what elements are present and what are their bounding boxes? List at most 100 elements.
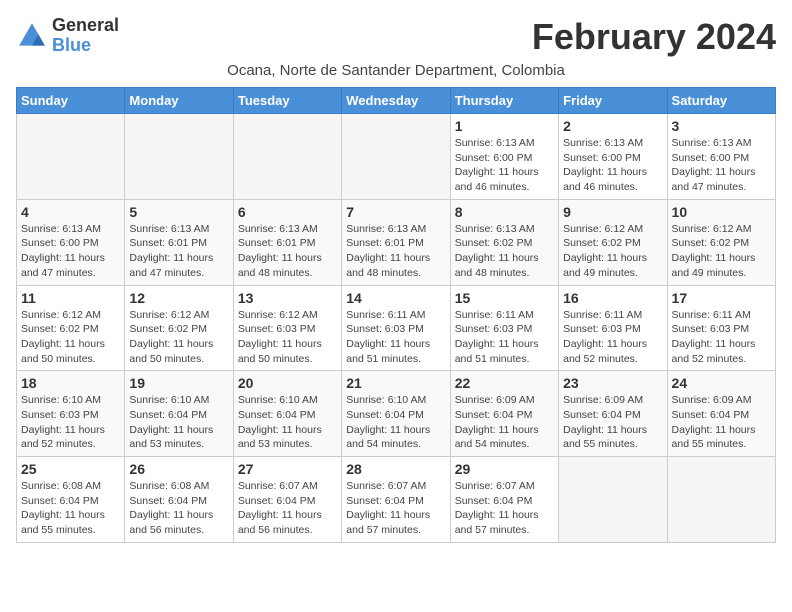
calendar-cell: 22 Sunrise: 6:09 AMSunset: 6:04 PMDayligh… — [450, 371, 558, 457]
day-number: 17 — [672, 290, 771, 306]
calendar-cell: 2Sunrise: 6:13 AMSunset: 6:00 PMDaylight… — [559, 114, 667, 200]
calendar-cell: 17 Sunrise: 6:11 AMSunset: 6:03 PMDayligh… — [667, 285, 775, 371]
calendar-cell: 7Sunrise: 6:13 AMSunset: 6:01 PMDaylight… — [342, 199, 450, 285]
day-number: 11 — [21, 290, 120, 306]
day-info: Sunrise: 6:08 AMSunset: 6:04 PMDaylight:… — [129, 479, 228, 538]
day-info: Sunrise: 6:13 AMSunset: 6:00 PMDaylight:… — [21, 222, 120, 281]
day-info: Sunrise: 6:08 AMSunset: 6:04 PMDaylight:… — [21, 479, 120, 538]
calendar-cell: 21 Sunrise: 6:10 AMSunset: 6:04 PMDayligh… — [342, 371, 450, 457]
day-number: 10 — [672, 204, 771, 220]
day-info: Sunrise: 6:09 AMSunset: 6:04 PMDaylight:… — [672, 393, 771, 452]
day-number: 25 — [21, 461, 120, 477]
header-friday: Friday — [559, 88, 667, 114]
day-info: Sunrise: 6:12 AMSunset: 6:02 PMDaylight:… — [563, 222, 662, 281]
day-info: Sunrise: 6:11 AMSunset: 6:03 PMDaylight:… — [563, 308, 662, 367]
weekday-row: Sunday Monday Tuesday Wednesday Thursday… — [17, 88, 776, 114]
day-number: 1 — [455, 118, 554, 134]
calendar-cell: 13 Sunrise: 6:12 AMSunset: 6:03 PMDayligh… — [233, 285, 341, 371]
day-info: Sunrise: 6:13 AMSunset: 6:01 PMDaylight:… — [129, 222, 228, 281]
day-number: 23 — [563, 375, 662, 391]
day-info: Sunrise: 6:07 AMSunset: 6:04 PMDaylight:… — [238, 479, 337, 538]
day-info: Sunrise: 6:07 AMSunset: 6:04 PMDaylight:… — [346, 479, 445, 538]
calendar-cell: 23Sunrise: 6:09 AMSunset: 6:04 PMDayligh… — [559, 371, 667, 457]
calendar-cell — [125, 114, 233, 200]
header: General Blue February 2024 — [16, 16, 776, 58]
calendar-cell — [342, 114, 450, 200]
day-number: 20 — [238, 375, 337, 391]
day-info: Sunrise: 6:12 AMSunset: 6:02 PMDaylight:… — [129, 308, 228, 367]
calendar-cell: 19 Sunrise: 6:10 AMSunset: 6:04 PMDayligh… — [125, 371, 233, 457]
calendar-cell: 8 Sunrise: 6:13 AMSunset: 6:02 PMDaylight… — [450, 199, 558, 285]
day-number: 13 — [238, 290, 337, 306]
calendar-cell: 20 Sunrise: 6:10 AMSunset: 6:04 PMDayligh… — [233, 371, 341, 457]
day-number: 6 — [238, 204, 337, 220]
calendar-cell — [17, 114, 125, 200]
day-info: Sunrise: 6:13 AMSunset: 6:01 PMDaylight:… — [238, 222, 337, 281]
calendar-table: Sunday Monday Tuesday Wednesday Thursday… — [16, 87, 776, 543]
calendar-cell: 5 Sunrise: 6:13 AMSunset: 6:01 PMDaylight… — [125, 199, 233, 285]
day-info: Sunrise: 6:12 AMSunset: 6:03 PMDaylight:… — [238, 308, 337, 367]
calendar-cell: 10 Sunrise: 6:12 AMSunset: 6:02 PMDayligh… — [667, 199, 775, 285]
week-row-1: 4 Sunrise: 6:13 AMSunset: 6:00 PMDaylight… — [17, 199, 776, 285]
calendar-body: 1 Sunrise: 6:13 AMSunset: 6:00 PMDaylight… — [17, 114, 776, 543]
calendar-cell: 14Sunrise: 6:11 AMSunset: 6:03 PMDayligh… — [342, 285, 450, 371]
calendar-cell — [667, 457, 775, 543]
day-number: 24 — [672, 375, 771, 391]
day-number: 9 — [563, 204, 662, 220]
logo-icon — [16, 20, 48, 52]
day-number: 21 — [346, 375, 445, 391]
header-monday: Monday — [125, 88, 233, 114]
day-number: 14 — [346, 290, 445, 306]
day-number: 19 — [129, 375, 228, 391]
calendar-cell: 3 Sunrise: 6:13 AMSunset: 6:00 PMDaylight… — [667, 114, 775, 200]
day-info: Sunrise: 6:10 AMSunset: 6:04 PMDaylight:… — [129, 393, 228, 452]
header-saturday: Saturday — [667, 88, 775, 114]
week-row-3: 18Sunrise: 6:10 AMSunset: 6:03 PMDayligh… — [17, 371, 776, 457]
calendar-cell: 4 Sunrise: 6:13 AMSunset: 6:00 PMDaylight… — [17, 199, 125, 285]
day-info: Sunrise: 6:13 AMSunset: 6:01 PMDaylight:… — [346, 222, 445, 281]
day-info: Sunrise: 6:12 AMSunset: 6:02 PMDaylight:… — [672, 222, 771, 281]
logo-general-text: General — [52, 16, 119, 36]
calendar-cell — [233, 114, 341, 200]
day-number: 27 — [238, 461, 337, 477]
calendar-cell: 18Sunrise: 6:10 AMSunset: 6:03 PMDayligh… — [17, 371, 125, 457]
logo-text: General Blue — [52, 16, 119, 56]
header-tuesday: Tuesday — [233, 88, 341, 114]
day-info: Sunrise: 6:11 AMSunset: 6:03 PMDaylight:… — [672, 308, 771, 367]
day-info: Sunrise: 6:10 AMSunset: 6:04 PMDaylight:… — [238, 393, 337, 452]
month-title: February 2024 — [532, 16, 776, 58]
day-number: 22 — [455, 375, 554, 391]
day-number: 3 — [672, 118, 771, 134]
calendar-cell: 25 Sunrise: 6:08 AMSunset: 6:04 PMDayligh… — [17, 457, 125, 543]
day-number: 12 — [129, 290, 228, 306]
calendar-cell: 6 Sunrise: 6:13 AMSunset: 6:01 PMDaylight… — [233, 199, 341, 285]
day-info: Sunrise: 6:07 AMSunset: 6:04 PMDaylight:… — [455, 479, 554, 538]
day-number: 15 — [455, 290, 554, 306]
calendar-cell: 27 Sunrise: 6:07 AMSunset: 6:04 PMDayligh… — [233, 457, 341, 543]
day-info: Sunrise: 6:13 AMSunset: 6:02 PMDaylight:… — [455, 222, 554, 281]
day-info: Sunrise: 6:13 AMSunset: 6:00 PMDaylight:… — [672, 136, 771, 195]
day-number: 26 — [129, 461, 228, 477]
calendar-cell: 28 Sunrise: 6:07 AMSunset: 6:04 PMDayligh… — [342, 457, 450, 543]
day-number: 2 — [563, 118, 662, 134]
day-number: 8 — [455, 204, 554, 220]
calendar-cell: 12 Sunrise: 6:12 AMSunset: 6:02 PMDayligh… — [125, 285, 233, 371]
week-row-4: 25 Sunrise: 6:08 AMSunset: 6:04 PMDayligh… — [17, 457, 776, 543]
day-number: 29 — [455, 461, 554, 477]
day-number: 5 — [129, 204, 228, 220]
day-info: Sunrise: 6:10 AMSunset: 6:04 PMDaylight:… — [346, 393, 445, 452]
calendar-cell — [559, 457, 667, 543]
day-info: Sunrise: 6:09 AMSunset: 6:04 PMDaylight:… — [455, 393, 554, 452]
calendar-cell: 24 Sunrise: 6:09 AMSunset: 6:04 PMDayligh… — [667, 371, 775, 457]
calendar-cell: 26 Sunrise: 6:08 AMSunset: 6:04 PMDayligh… — [125, 457, 233, 543]
header-sunday: Sunday — [17, 88, 125, 114]
calendar-cell: 16Sunrise: 6:11 AMSunset: 6:03 PMDayligh… — [559, 285, 667, 371]
day-number: 28 — [346, 461, 445, 477]
week-row-2: 11 Sunrise: 6:12 AMSunset: 6:02 PMDayligh… — [17, 285, 776, 371]
day-info: Sunrise: 6:11 AMSunset: 6:03 PMDaylight:… — [455, 308, 554, 367]
header-wednesday: Wednesday — [342, 88, 450, 114]
calendar-cell: 1Sunrise: 6:13 AMSunset: 6:00 PMDaylight… — [450, 114, 558, 200]
day-number: 4 — [21, 204, 120, 220]
week-row-0: 1 Sunrise: 6:13 AMSunset: 6:00 PMDaylight… — [17, 114, 776, 200]
day-info: Sunrise: 6:10 AMSunset: 6:03 PMDaylight:… — [21, 393, 120, 452]
